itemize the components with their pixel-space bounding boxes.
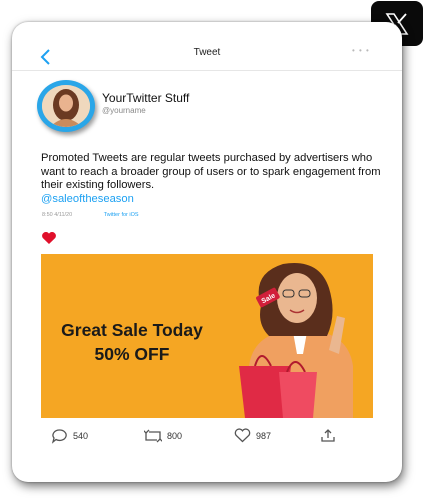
tweet-text: Promoted Tweets are regular tweets purch… [41, 152, 381, 191]
like-count: 987 [256, 430, 272, 441]
heart-icon[interactable] [41, 231, 57, 245]
promo-headline: Great Sale Today [61, 320, 203, 340]
reply-action[interactable]: 540 [51, 428, 88, 444]
tweet-card: Tweet • • • YourTwitter Stuff @yourname … [12, 22, 402, 482]
avatar-photo [42, 85, 90, 127]
user-handle[interactable]: @yourname [102, 106, 146, 115]
timestamp: 8:50 4/11/20 [42, 212, 73, 218]
share-icon [321, 429, 335, 442]
retweet-count: 800 [167, 431, 183, 441]
promo-image[interactable]: Great Sale Today 50% OFF Sale [41, 254, 373, 418]
reply-icon [51, 429, 67, 444]
like-icon [234, 428, 251, 443]
source-link[interactable]: Twitter for iOS [104, 212, 139, 218]
like-action[interactable]: 987 [234, 428, 271, 443]
tweet-body: Promoted Tweets are regular tweets purch… [41, 152, 381, 206]
promo-discount: 50% OFF [94, 344, 170, 364]
reply-count: 540 [73, 431, 89, 441]
avatar[interactable] [37, 80, 95, 132]
nav-title: Tweet [193, 47, 221, 58]
share-action[interactable] [320, 428, 336, 443]
hashtag-link[interactable]: @saleoftheseason [41, 193, 134, 205]
nav-bar: Tweet • • • [12, 22, 402, 71]
action-bar: 540 800 987 [12, 422, 402, 452]
display-name[interactable]: YourTwitter Stuff [102, 91, 189, 105]
retweet-action[interactable]: 800 [144, 428, 182, 444]
shopper-illustration: Sale [239, 263, 353, 418]
more-options-icon[interactable]: • • • [352, 46, 370, 55]
retweet-icon [144, 429, 162, 443]
tweet-meta: 8:50 4/11/20 Twitter for iOS [42, 212, 139, 218]
